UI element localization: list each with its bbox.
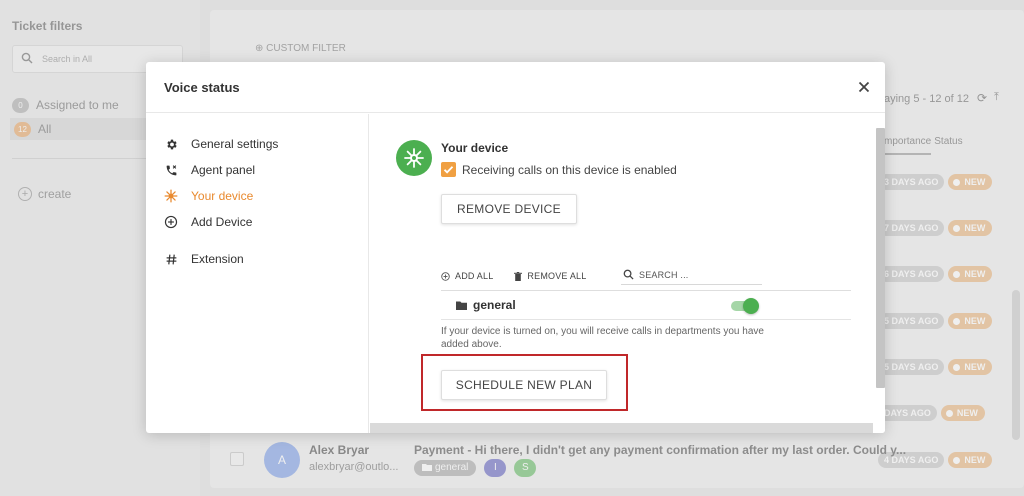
nav-item-add-device[interactable]: Add Device [164, 213, 252, 231]
add-all-label: ADD ALL [455, 271, 494, 281]
highlight-annotation-box [421, 354, 628, 411]
voice-settings-nav: General settings Agent panel Your device… [146, 114, 369, 433]
nav-item-label: Extension [191, 252, 244, 266]
receiving-calls-label: Receiving calls on this device is enable… [462, 163, 677, 177]
department-row-general: general [456, 298, 516, 312]
nav-item-label: Your device [191, 189, 254, 203]
department-help-text: If your device is turned on, you will re… [441, 326, 764, 350]
remove-all-label: REMOVE ALL [527, 271, 587, 281]
nav-item-your-device[interactable]: Your device [164, 187, 253, 205]
add-circle-icon [164, 215, 178, 229]
department-actions: ADD ALL REMOVE ALL [441, 269, 607, 283]
remove-device-button[interactable]: REMOVE DEVICE [441, 194, 577, 224]
department-toggle[interactable] [731, 298, 759, 314]
add-all-button[interactable]: ADD ALL [441, 271, 493, 281]
device-icon [164, 189, 178, 203]
phone-icon [164, 163, 178, 177]
nav-item-general-settings[interactable]: General settings [164, 135, 278, 153]
department-search-input[interactable]: SEARCH ... [621, 265, 762, 285]
nav-item-extension[interactable]: Extension [164, 250, 244, 268]
content-vertical-scrollbar[interactable] [876, 128, 885, 388]
search-icon [623, 269, 634, 280]
add-circle-icon [441, 271, 450, 281]
folder-icon [456, 301, 467, 310]
voice-status-modal: Voice status General settings Agent pane… [146, 62, 885, 433]
nav-item-agent-panel[interactable]: Agent panel [164, 161, 255, 179]
modal-header: Voice status [146, 62, 885, 113]
close-icon[interactable] [853, 76, 875, 98]
nav-item-label: Add Device [191, 215, 253, 229]
divider [441, 290, 851, 291]
gear-icon [164, 137, 178, 151]
nav-item-label: General settings [191, 137, 279, 151]
trash-icon [514, 271, 523, 281]
your-device-panel: Your device Receiving calls on this devi… [370, 114, 885, 433]
content-horizontal-scrollbar[interactable] [370, 423, 873, 433]
toggle-knob [743, 298, 759, 314]
nav-item-label: Agent panel [191, 163, 256, 177]
department-name: general [473, 298, 516, 312]
department-search-placeholder: SEARCH ... [639, 269, 689, 280]
modal-title: Voice status [164, 80, 240, 95]
remove-all-button[interactable]: REMOVE ALL [514, 271, 586, 281]
device-title: Your device [441, 141, 509, 155]
receiving-calls-checkbox[interactable] [441, 162, 456, 177]
device-avatar-icon [396, 140, 432, 176]
divider [441, 319, 851, 320]
hash-icon [164, 252, 178, 266]
